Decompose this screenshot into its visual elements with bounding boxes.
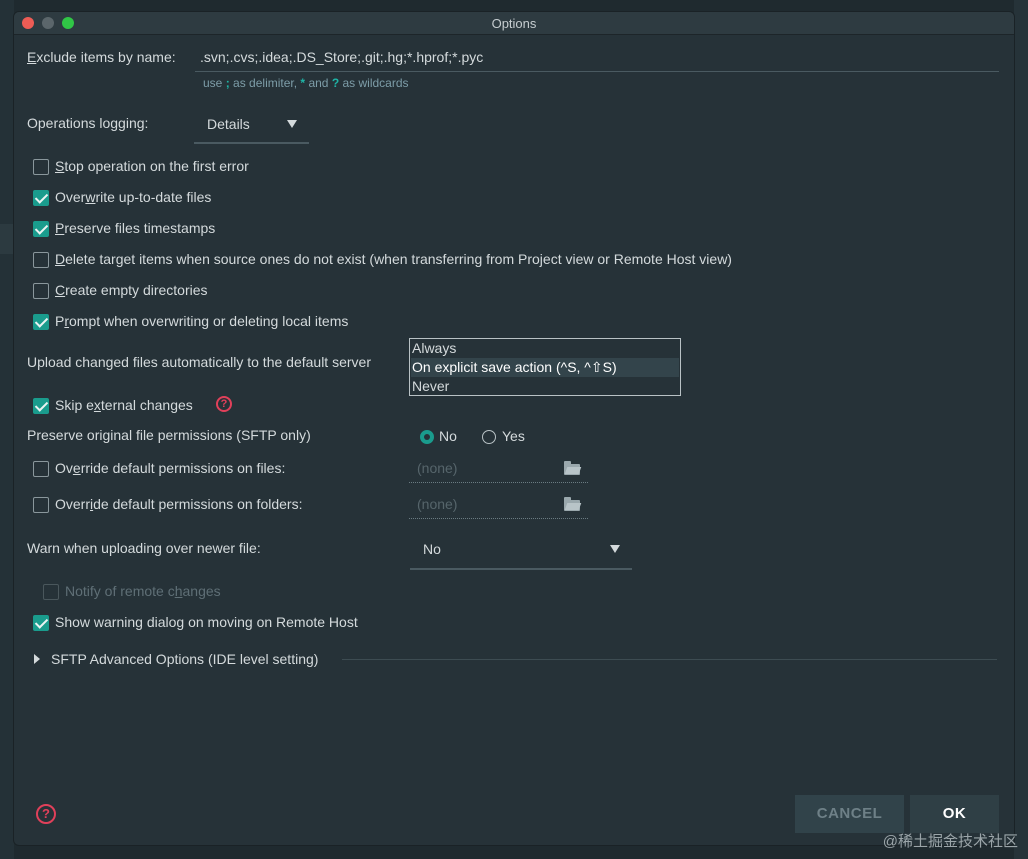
checkbox[interactable] <box>33 190 49 206</box>
section-separator <box>342 659 997 660</box>
checkbox-label: Stop operation on the first error <box>55 158 249 174</box>
folder-permissions-input[interactable]: (none) <box>417 496 457 512</box>
background-ide-highlight <box>0 224 14 254</box>
checkbox-label: Preserve files timestamps <box>55 220 216 236</box>
checkbox[interactable] <box>33 461 49 477</box>
help-icon[interactable]: ? <box>216 396 232 412</box>
checkbox-label: Show warning dialog on moving on Remote … <box>55 614 358 630</box>
exclude-items-underline <box>195 71 999 72</box>
checkbox[interactable] <box>33 252 49 268</box>
background-ide-strip-right <box>1014 0 1028 859</box>
checkbox-label: Notify of remote changes <box>65 583 221 599</box>
dropdown-option-explicit-save[interactable]: On explicit save action (^S, ^⇧S) <box>411 358 679 377</box>
window-title: Options <box>491 16 537 31</box>
dropdown-option-never[interactable]: Never <box>411 377 679 396</box>
background-ide-strip-left <box>0 0 14 859</box>
checkbox-label: Overwrite up-to-date files <box>55 189 212 205</box>
operations-logging-label: Operations logging: <box>27 115 149 131</box>
checkbox-label: Override default permissions on folders: <box>55 496 303 512</box>
combo-underline <box>194 142 309 144</box>
upload-mode-dropdown-list[interactable]: Always On explicit save action (^S, ^⇧S)… <box>409 338 681 396</box>
radio-no-label: No <box>439 428 457 444</box>
file-permissions-input[interactable]: (none) <box>417 460 457 476</box>
watermark: @稀土掘金技术社区 <box>882 833 1018 850</box>
warn-newer-file-combo[interactable]: No <box>410 532 632 570</box>
cancel-button[interactable]: CANCEL <box>795 795 904 833</box>
folder-permissions-underline <box>409 518 588 519</box>
checkbox[interactable] <box>33 283 49 299</box>
warn-newer-file-value: No <box>423 541 441 557</box>
checkbox[interactable] <box>33 314 49 330</box>
checkbox-label: Prompt when overwriting or deleting loca… <box>55 313 349 329</box>
checkbox-label: Override default permissions on files: <box>55 460 286 476</box>
combo-underline <box>410 568 632 570</box>
preserve-permissions-label: Preserve original file permissions (SFTP… <box>27 427 311 443</box>
checkbox-label: Create empty directories <box>55 282 208 298</box>
checkbox-label: Delete target items when source ones do … <box>55 251 732 267</box>
expand-arrow-icon[interactable] <box>34 654 40 664</box>
title-bar: Options <box>14 12 1014 35</box>
radio-permissions-yes[interactable] <box>482 430 496 444</box>
sftp-advanced-options-toggle[interactable]: SFTP Advanced Options (IDE level setting… <box>51 651 318 667</box>
operations-logging-value: Details <box>207 116 250 132</box>
radio-permissions-no[interactable] <box>420 430 434 444</box>
checkbox <box>43 584 59 600</box>
dropdown-option-always[interactable]: Always <box>411 339 679 358</box>
checkbox-label: Skip external changes <box>55 397 193 413</box>
radio-yes-label: Yes <box>502 428 525 444</box>
checkbox[interactable] <box>33 497 49 513</box>
exclude-items-hint: use ; as delimiter, * and ? as wildcards <box>203 76 409 90</box>
chevron-down-icon <box>287 120 297 128</box>
upload-changed-files-label: Upload changed files automatically to th… <box>27 354 371 370</box>
help-button[interactable]: ? <box>36 804 56 824</box>
ok-button[interactable]: OK <box>910 795 999 833</box>
warn-newer-file-label: Warn when uploading over newer file: <box>27 540 261 556</box>
chevron-down-icon <box>610 545 620 553</box>
checkbox[interactable] <box>33 398 49 414</box>
folder-icon[interactable] <box>564 497 580 511</box>
exclude-items-input[interactable]: .svn;.cvs;.idea;.DS_Store;.git;.hg;*.hpr… <box>200 49 483 65</box>
options-dialog: Options Exclude items by name: .svn;.cvs… <box>14 12 1014 845</box>
folder-icon[interactable] <box>564 461 580 475</box>
exclude-items-label: Exclude items by name: <box>27 49 176 65</box>
checkbox[interactable] <box>33 221 49 237</box>
file-permissions-underline <box>409 482 588 483</box>
checkbox[interactable] <box>33 159 49 175</box>
operations-logging-combo[interactable]: Details <box>194 108 309 144</box>
checkbox[interactable] <box>33 615 49 631</box>
